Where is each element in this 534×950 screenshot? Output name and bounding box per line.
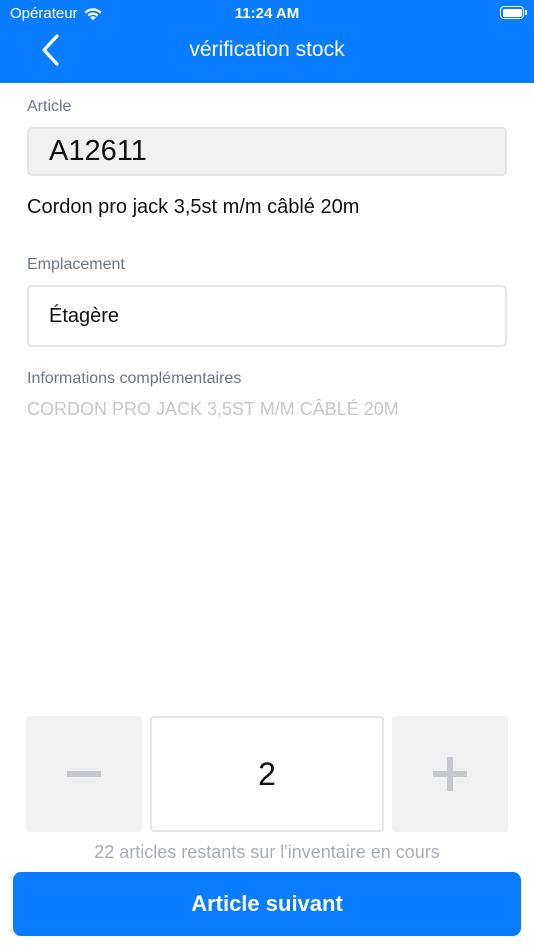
quantity-value: 2 [258, 755, 276, 792]
article-description: Cordon pro jack 3,5st m/m câblé 20m [27, 196, 360, 218]
article-code-value: A12611 [49, 135, 147, 167]
location-value: Étagère [49, 304, 120, 327]
decrement-button[interactable] [26, 716, 142, 832]
navigation-bar: Opérateur 11:24 AM vérification stock [0, 0, 534, 83]
article-code-field[interactable]: A12611 [27, 127, 507, 176]
location-field[interactable]: Étagère [27, 285, 507, 347]
page-title: vérification stock [189, 38, 345, 61]
additional-info-label: Informations complémentaires [27, 370, 242, 387]
battery-icon [500, 6, 527, 19]
additional-info-value: CORDON PRO JACK 3,5ST M/M CÂBLÉ 20M [27, 399, 399, 419]
increment-button[interactable] [392, 716, 508, 832]
plus-icon [433, 757, 467, 791]
quantity-field[interactable]: 2 [150, 716, 384, 832]
location-label: Emplacement [27, 256, 125, 273]
next-article-label: Article suivant [191, 891, 343, 916]
status-time: 11:24 AM [234, 5, 300, 22]
minus-icon [67, 771, 101, 777]
next-article-button[interactable]: Article suivant [13, 872, 521, 936]
stock-check-screen: Opérateur 11:24 AM vérification stock Ar… [0, 0, 534, 950]
article-label: Article [27, 98, 72, 115]
remaining-articles-text: 22 articles restants sur l'inventaire en… [94, 842, 440, 862]
